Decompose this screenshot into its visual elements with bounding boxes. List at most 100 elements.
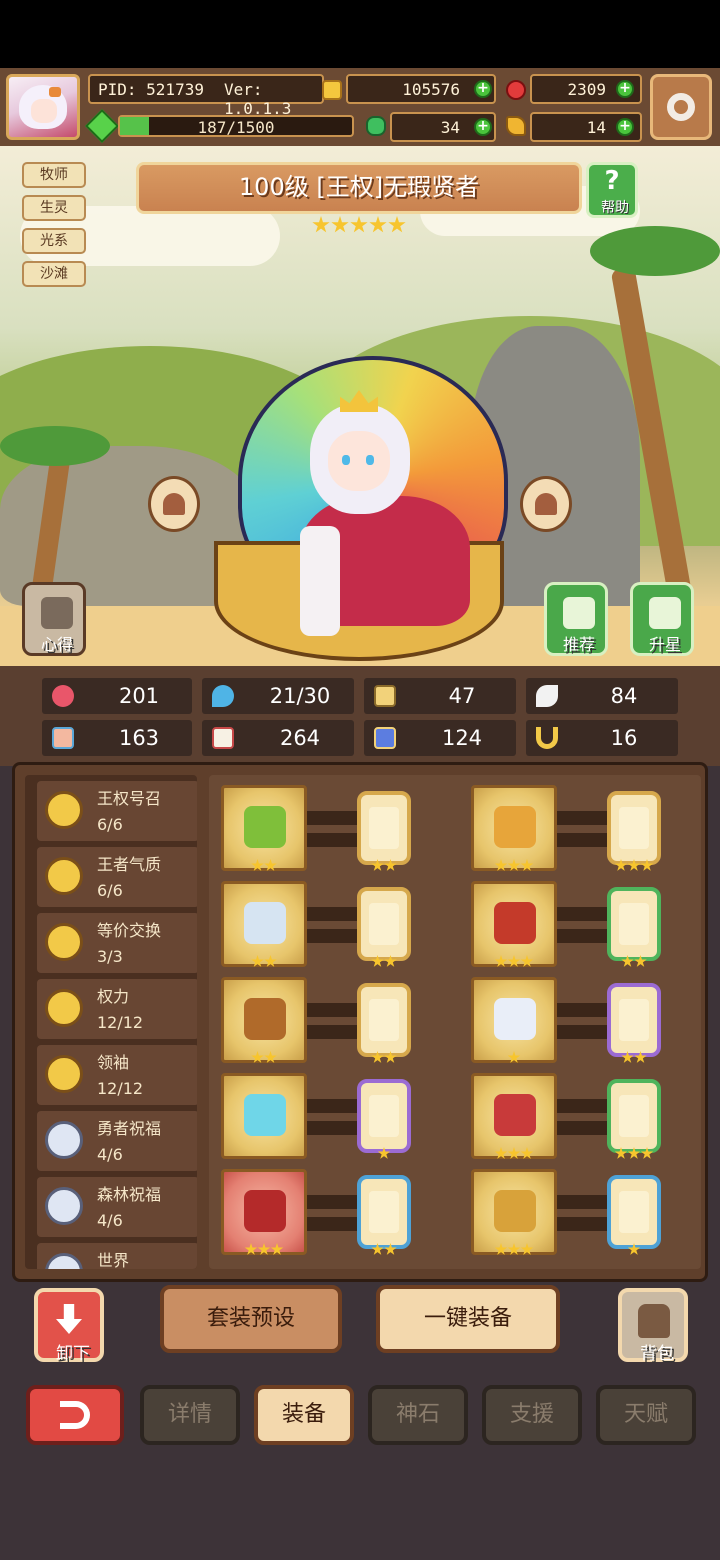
tab-support[interactable]: 支援: [482, 1385, 582, 1445]
set-skill-item[interactable]: 勇者祝福 4/6: [37, 1111, 197, 1171]
scroll-icon: [41, 597, 73, 629]
rune-slot[interactable]: [357, 1079, 411, 1153]
prev-hero-button[interactable]: [148, 476, 200, 532]
notes-button[interactable]: 心得: [22, 582, 86, 656]
rune-slot[interactable]: [607, 887, 661, 961]
gem-connector: [557, 833, 609, 847]
set-skill-item[interactable]: 权力 12/12: [37, 979, 197, 1039]
upgrade-star-button[interactable]: 升星: [630, 582, 694, 656]
rarity-star-icon: [507, 955, 521, 967]
rune-slot[interactable]: [607, 791, 661, 865]
hero-stars: [312, 216, 412, 236]
rarity-star-icon: [384, 1243, 397, 1255]
gem-connector: [557, 1121, 609, 1135]
gem-connector: [307, 1195, 359, 1209]
add-gold-icon[interactable]: +: [474, 80, 492, 98]
tag-terrain[interactable]: 沙滩: [22, 261, 86, 287]
hero-title: 100级 [王权]无瑕贤者: [136, 162, 582, 214]
set-skill-list[interactable]: 王权号召 6/6 王者气质 6/6 等价交换 3/3 权力 12/12 领袖 12/12 勇者祝福 4…: [25, 775, 197, 1269]
tag-element[interactable]: 光系: [22, 228, 86, 254]
set-skill-item[interactable]: 森林祝福 4/6: [37, 1177, 197, 1237]
set-skill-item[interactable]: 领袖 12/12: [37, 1045, 197, 1105]
rarity-star-icon: [621, 1051, 634, 1063]
rarity-stars: [371, 1243, 397, 1257]
skill-name: 等价交换: [97, 921, 162, 940]
add-horn-icon[interactable]: +: [616, 118, 634, 136]
equip-all-button[interactable]: 一键装备: [376, 1285, 560, 1353]
pid-label: PID: 521739: [98, 80, 204, 99]
rune-slot[interactable]: [357, 1175, 411, 1249]
backpack-label: 背包: [640, 1344, 674, 1364]
equipment-grid: [209, 775, 701, 1269]
set-skill-item[interactable]: 王权号召 6/6: [37, 781, 197, 841]
recommend-button[interactable]: 推荐: [544, 582, 608, 656]
rune-slot[interactable]: [357, 983, 411, 1057]
rarity-stars: [251, 1051, 277, 1065]
add-clover-icon[interactable]: +: [474, 118, 492, 136]
rarity-star-icon: [371, 955, 384, 967]
rarity-star-icon: [621, 955, 634, 967]
gem-connector: [557, 811, 609, 825]
tag-race[interactable]: 生灵: [22, 195, 86, 221]
ruby-amount: 2309: [567, 80, 606, 99]
gem-connector: [307, 1217, 359, 1231]
player-avatar[interactable]: [6, 74, 80, 140]
rune-slot[interactable]: [357, 887, 411, 961]
tab-divine-stone[interactable]: 神石: [368, 1385, 468, 1445]
rarity-star-icon: [627, 859, 641, 871]
fist-icon: [52, 727, 74, 749]
ring-icon: [494, 806, 536, 848]
tag-class[interactable]: 牧师: [22, 162, 86, 188]
unequip-label: 卸下: [56, 1344, 90, 1364]
rarity-stars: [371, 859, 397, 873]
set-skill-item[interactable]: 王者气质 6/6: [37, 847, 197, 907]
rarity-star-icon: [507, 859, 521, 871]
clover-amount: 34: [440, 118, 460, 137]
bowl-icon: [244, 1190, 286, 1232]
rune-icon: [619, 903, 649, 945]
skill-count: 12/12: [97, 1079, 144, 1098]
back-button[interactable]: [26, 1385, 124, 1445]
add-ruby-icon[interactable]: +: [616, 80, 634, 98]
helmet-icon: [244, 902, 286, 944]
stats-panel: 201 21/30 47 84 163 264 124 16: [0, 666, 720, 766]
boots-icon: [494, 1190, 536, 1232]
rune-slot[interactable]: [357, 791, 411, 865]
player-header: PID: 521739 Ver: 1.0.1.3 105576 + 2309 +…: [0, 68, 720, 149]
set-skill-item[interactable]: 世界: [37, 1243, 197, 1269]
skill-count: 4/6: [97, 1145, 123, 1164]
rune-slot[interactable]: [607, 983, 661, 1057]
stat-mana: 21/30: [202, 678, 354, 714]
rarity-star-icon: [251, 1051, 264, 1063]
recommend-label: 推荐: [562, 635, 595, 654]
tab-details[interactable]: 详情: [140, 1385, 240, 1445]
rune-icon: [619, 807, 649, 849]
rarity-star-icon: [251, 859, 264, 871]
rarity-star-icon: [520, 955, 534, 967]
next-hero-button[interactable]: [520, 476, 572, 532]
preset-button[interactable]: 套装预设: [160, 1285, 342, 1353]
tab-equipment[interactable]: 装备: [254, 1385, 354, 1445]
hero-portrait[interactable]: [328, 431, 390, 491]
rune-slot[interactable]: [607, 1175, 661, 1249]
unequip-button[interactable]: 卸下: [34, 1288, 104, 1364]
skill-count: 6/6: [97, 815, 123, 834]
next-arrow-icon: [535, 493, 557, 515]
rarity-stars: [251, 955, 277, 969]
settings-button[interactable]: [650, 74, 712, 140]
rarity-stars: [251, 859, 277, 873]
stat-attack: 163: [42, 720, 192, 756]
gem-connector: [307, 1121, 359, 1135]
rarity-star-icon: [627, 1243, 641, 1255]
hero-star-icon: [369, 216, 387, 233]
gem-connector: [307, 811, 359, 825]
equipment-slot[interactable]: [221, 1073, 307, 1159]
mana-drop-icon: [212, 685, 234, 707]
tab-talent[interactable]: 天赋: [596, 1385, 696, 1445]
set-skill-item[interactable]: 等价交换 3/3: [37, 913, 197, 973]
rune-icon: [369, 999, 399, 1041]
rune-slot[interactable]: [607, 1079, 661, 1153]
backpack-button[interactable]: 背包: [618, 1288, 688, 1364]
rarity-stars: [507, 1051, 521, 1065]
help-button[interactable]: ? 帮助: [586, 162, 638, 218]
